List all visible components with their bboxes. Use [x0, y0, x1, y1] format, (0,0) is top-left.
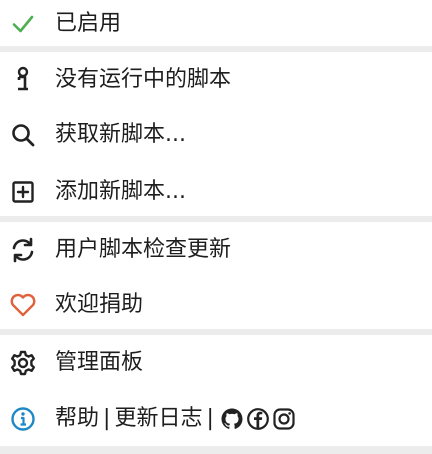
help-link[interactable]: 帮助 [55, 404, 99, 434]
check-updates-item[interactable]: 用户脚本检查更新 [0, 235, 432, 265]
enabled-toggle[interactable]: 已启用 [0, 9, 432, 39]
sync-icon [8, 235, 38, 265]
add-new-script-label: 添加新脚本... [55, 179, 186, 204]
donate-label: 欢迎捐助 [55, 292, 144, 317]
link-separator: | [103, 406, 111, 431]
extension-popup-menu: 已启用 没有运行中的脚本 获取新脚本... 添加新脚本... 用户脚本检查更新 … [0, 0, 432, 454]
check-updates-label: 用户脚本检查更新 [55, 237, 232, 262]
no-running-scripts-label: 没有运行中的脚本 [55, 67, 232, 92]
donate-item[interactable]: 欢迎捐助 [0, 290, 432, 320]
check-icon [8, 9, 38, 39]
info-i-icon [8, 65, 38, 95]
instagram-icon[interactable] [272, 407, 296, 431]
divider [0, 329, 432, 335]
enabled-label: 已启用 [55, 11, 122, 36]
gear-icon [8, 348, 38, 378]
get-new-scripts-item[interactable]: 获取新脚本... [0, 120, 432, 150]
get-new-scripts-label: 获取新脚本... [55, 122, 186, 147]
divider [0, 216, 432, 222]
changelog-link[interactable]: 更新日志 [114, 404, 202, 434]
divider [0, 446, 432, 454]
plus-square-icon [8, 177, 38, 207]
help-links: 帮助 | 更新日志 | [55, 404, 298, 434]
help-row: 帮助 | 更新日志 | [0, 404, 432, 434]
no-running-scripts-item: 没有运行中的脚本 [0, 65, 432, 95]
link-separator: | [206, 406, 214, 431]
social-links [220, 407, 298, 431]
search-icon [8, 120, 38, 150]
add-new-script-item[interactable]: 添加新脚本... [0, 177, 432, 207]
heart-icon [8, 290, 38, 320]
github-icon[interactable] [220, 407, 244, 431]
dashboard-item[interactable]: 管理面板 [0, 348, 432, 378]
dashboard-label: 管理面板 [55, 350, 144, 375]
divider [0, 46, 432, 52]
info-circle-icon [8, 404, 38, 434]
facebook-icon[interactable] [246, 407, 270, 431]
